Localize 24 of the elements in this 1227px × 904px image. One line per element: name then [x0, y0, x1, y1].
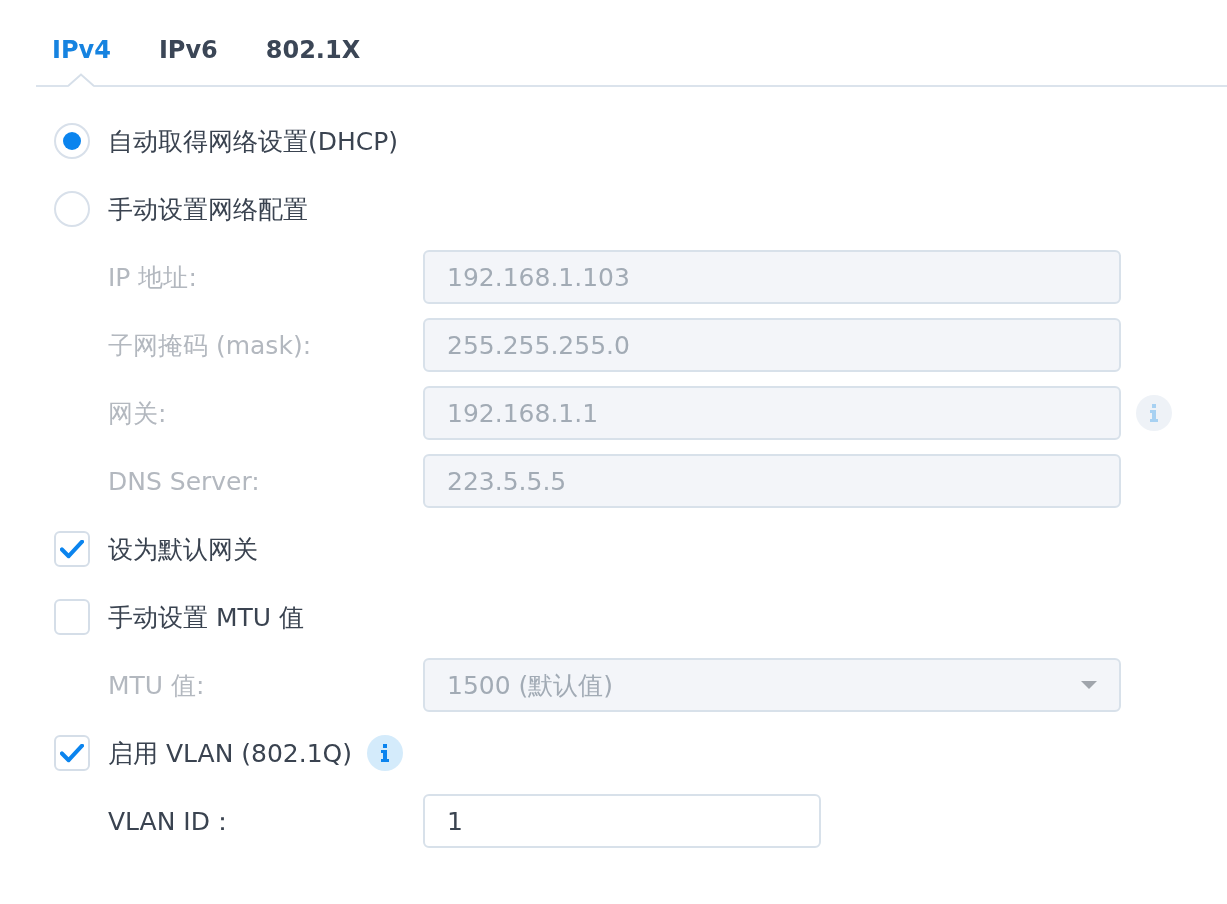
field-label: MTU 值: — [108, 669, 206, 702]
checkbox[interactable] — [54, 735, 90, 771]
checkmark-icon — [60, 743, 84, 763]
checkbox[interactable] — [54, 599, 90, 635]
option-label: 设为默认网关 — [108, 533, 258, 566]
tab[interactable]: 802.1X — [265, 22, 361, 87]
input-field[interactable]: 1 — [423, 794, 821, 848]
checkbox[interactable] — [54, 531, 90, 567]
radio-button[interactable] — [54, 123, 90, 159]
field-label: IP 地址: — [108, 261, 198, 294]
radio-button[interactable] — [54, 191, 90, 227]
checkmark-icon — [60, 539, 84, 559]
tab[interactable]: IPv6 — [158, 22, 218, 87]
option-label: 启用 VLAN (802.1Q) — [108, 737, 353, 770]
caret-down-icon — [1081, 681, 1097, 689]
tab[interactable]: IPv4 — [52, 22, 111, 87]
field-label: VLAN ID： — [108, 805, 236, 838]
info-icon[interactable] — [367, 735, 404, 771]
option-label: 手动设置 MTU 值 — [108, 601, 305, 634]
option-label: 手动设置网络配置 — [108, 193, 308, 226]
field-label: 网关: — [108, 397, 168, 430]
field-label: DNS Server: — [108, 466, 261, 496]
option-label: 自动取得网络设置(DHCP) — [108, 125, 399, 158]
field-label: 子网掩码 (mask): — [108, 329, 313, 362]
